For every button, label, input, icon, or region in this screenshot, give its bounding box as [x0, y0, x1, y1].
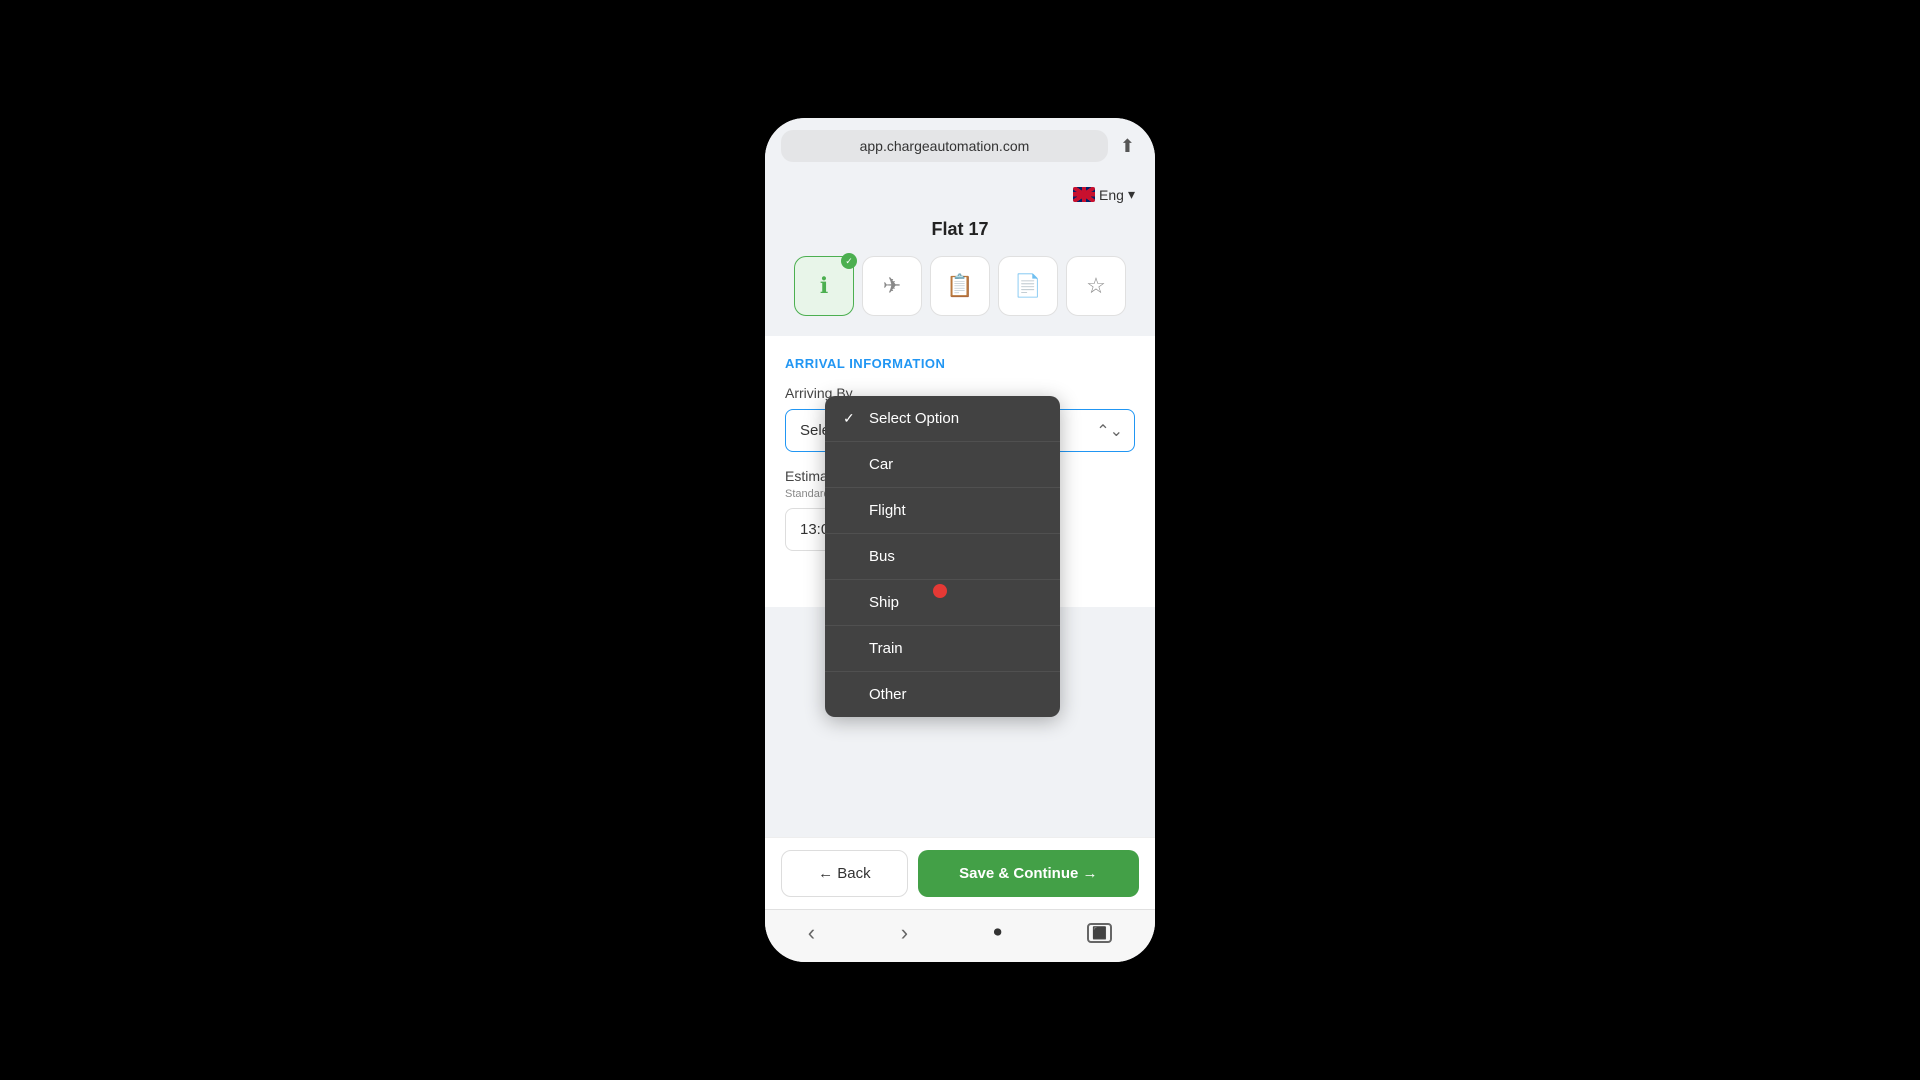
save-continue-button[interactable]: Save & Continue →	[918, 850, 1139, 897]
dropdown-item-train[interactable]: ✓ Train	[825, 626, 1060, 672]
property-title: Flat 17	[765, 211, 1155, 256]
bottom-buttons: ← Back Save & Continue →	[765, 837, 1155, 909]
flag-icon	[1073, 187, 1095, 202]
check-badge: ✓	[841, 253, 857, 269]
doc1-icon: 📋	[946, 273, 973, 299]
dropdown-label-bus: Bus	[869, 548, 895, 565]
dropdown-label-other: Other	[869, 686, 907, 703]
share-icon: ⬆	[1120, 136, 1135, 156]
dropdown-label-train: Train	[869, 640, 903, 657]
back-button[interactable]: ← Back	[781, 850, 908, 897]
nav-tabs-icon[interactable]: ⬛	[1087, 923, 1112, 943]
info-icon: ℹ	[820, 273, 828, 299]
dropdown-item-other[interactable]: ✓ Other	[825, 672, 1060, 717]
nav-back-icon[interactable]: ‹	[808, 920, 815, 946]
dropdown-label-ship: Ship	[869, 594, 899, 611]
tab-doc2[interactable]: 📄	[998, 256, 1058, 316]
tab-doc1[interactable]: 📋	[930, 256, 990, 316]
doc2-icon: 📄	[1014, 273, 1041, 299]
url-text: app.chargeautomation.com	[860, 138, 1030, 154]
arrival-icon: ✈	[883, 273, 901, 299]
tabs-row: ℹ ✓ ✈ 📋 📄 ☆	[765, 256, 1155, 336]
bottom-nav: ‹ › ⏺ ⬛	[765, 909, 1155, 962]
browser-bar: app.chargeautomation.com ⬆	[765, 118, 1155, 174]
cursor-dot	[933, 584, 947, 598]
dropdown-item-bus[interactable]: ✓ Bus	[825, 534, 1060, 580]
nav-forward-icon[interactable]: ›	[901, 920, 908, 946]
url-bar: app.chargeautomation.com	[781, 130, 1108, 162]
lang-code: Eng	[1099, 187, 1124, 203]
tab-info[interactable]: ℹ ✓	[794, 256, 854, 316]
language-button[interactable]: Eng ▾	[1073, 186, 1135, 203]
tab-star[interactable]: ☆	[1066, 256, 1126, 316]
dropdown-label-flight: Flight	[869, 502, 906, 519]
star-icon: ☆	[1086, 273, 1106, 299]
check-icon: ✓	[843, 410, 859, 427]
dropdown-item-flight[interactable]: ✓ Flight	[825, 488, 1060, 534]
dropdown-item-car[interactable]: ✓ Car	[825, 442, 1060, 488]
dropdown-label-car: Car	[869, 456, 893, 473]
dropdown-overlay: ✓ Select Option ✓ Car ✓ Flight ✓ Bus ✓	[825, 396, 1060, 717]
section-title: ARRIVAL INFORMATION	[785, 356, 1135, 371]
share-button[interactable]: ⬆	[1116, 132, 1139, 161]
dropdown-item-select[interactable]: ✓ Select Option	[825, 396, 1060, 442]
tab-arrival[interactable]: ✈	[862, 256, 922, 316]
dropdown-label-select: Select Option	[869, 410, 959, 427]
form-area: ARRIVAL INFORMATION Arriving By Select O…	[765, 336, 1155, 571]
nav-home-icon[interactable]: ⏺	[994, 924, 1002, 942]
lang-chevron: ▾	[1128, 186, 1135, 203]
main-content: Eng ▾ Flat 17 ℹ ✓ ✈ 📋 📄 ☆	[765, 174, 1155, 837]
lang-bar: Eng ▾	[765, 174, 1155, 211]
